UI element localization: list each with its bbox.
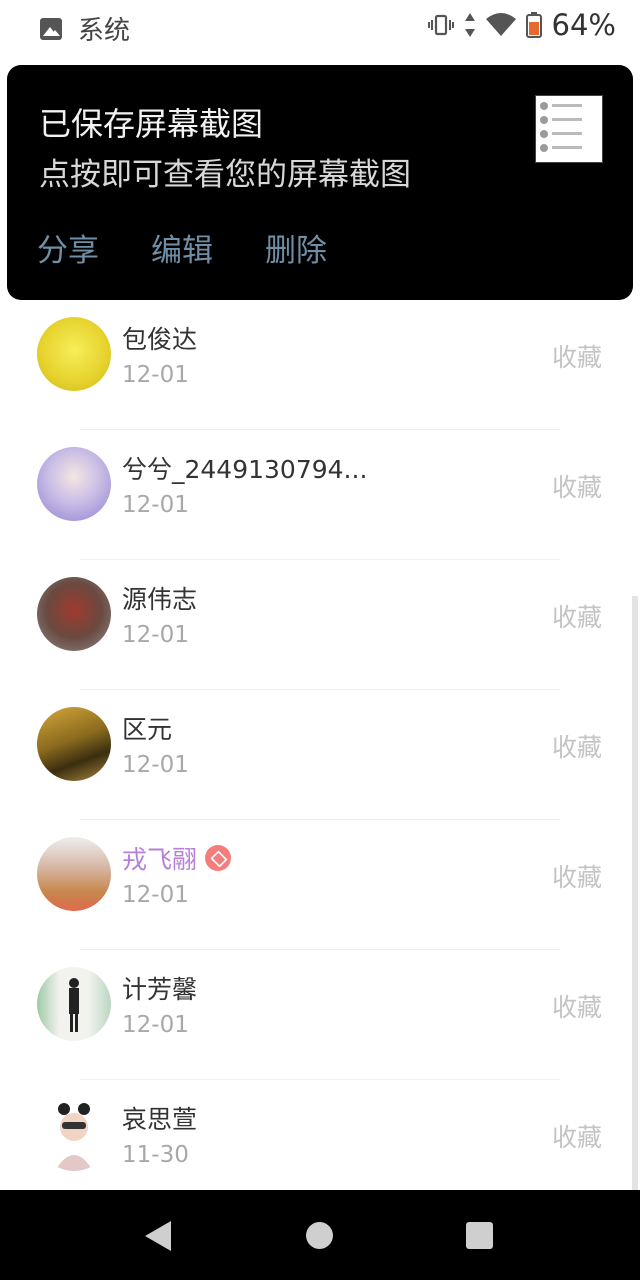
contact-name: 区元 bbox=[122, 715, 173, 744]
status-left: 系统 bbox=[40, 10, 130, 47]
contact-name: 兮兮_2449130794... bbox=[122, 455, 368, 484]
scrollbar[interactable] bbox=[632, 596, 638, 1190]
avatar[interactable] bbox=[37, 577, 111, 651]
delete-button[interactable]: 删除 bbox=[265, 225, 327, 270]
favorite-button[interactable]: 收藏 bbox=[552, 338, 602, 374]
contact-date: 11-30 bbox=[122, 1142, 189, 1168]
home-icon[interactable] bbox=[306, 1222, 333, 1249]
favorite-button[interactable]: 收藏 bbox=[552, 598, 602, 634]
contact-list: 包俊达 12-01 收藏 兮兮_2449130794... 12-01 收藏 源… bbox=[0, 300, 640, 1210]
avatar[interactable] bbox=[37, 317, 111, 391]
battery-percent: 64% bbox=[551, 8, 616, 42]
favorite-button[interactable]: 收藏 bbox=[552, 468, 602, 504]
avatar[interactable] bbox=[37, 967, 111, 1041]
vip-diamond-icon bbox=[205, 845, 232, 871]
favorite-button[interactable]: 收藏 bbox=[552, 1118, 602, 1154]
status-app-label: 系统 bbox=[78, 16, 131, 46]
data-arrows-icon bbox=[464, 13, 475, 37]
contact-name: 源伟志 bbox=[122, 585, 198, 614]
avatar[interactable] bbox=[37, 1097, 111, 1171]
contact-date: 12-01 bbox=[122, 622, 189, 648]
contact-name: 计芳馨 bbox=[122, 975, 198, 1004]
avatar-figure bbox=[69, 978, 79, 1032]
status-right: 64% bbox=[427, 8, 616, 42]
edit-button[interactable]: 编辑 bbox=[151, 225, 213, 270]
list-item[interactable]: 区元 12-01 收藏 bbox=[0, 690, 640, 820]
contact-date: 12-01 bbox=[122, 752, 189, 778]
notification-subtitle: 点按即可查看您的屏幕截图 bbox=[39, 157, 411, 193]
battery-icon bbox=[525, 12, 542, 38]
status-bar: 系统 64% bbox=[0, 0, 640, 52]
contact-name-text: 戎飞翮 bbox=[122, 845, 198, 874]
favorite-button[interactable]: 收藏 bbox=[552, 858, 602, 894]
notification-actions: 分享 编辑 删除 bbox=[37, 225, 327, 270]
screenshot-notification[interactable]: 已保存屏幕截图 点按即可查看您的屏幕截图 分享 编辑 删除 bbox=[7, 65, 633, 300]
avatar[interactable] bbox=[37, 837, 111, 911]
vibrate-icon bbox=[427, 14, 454, 36]
list-item[interactable]: 戎飞翮 12-01 收藏 bbox=[0, 820, 640, 950]
navigation-bar bbox=[0, 1190, 640, 1280]
contact-date: 12-01 bbox=[122, 362, 189, 388]
back-icon[interactable] bbox=[145, 1221, 171, 1251]
contact-name: 哀思萱 bbox=[122, 1105, 198, 1134]
avatar-figure bbox=[55, 1103, 93, 1171]
list-item[interactable]: 包俊达 12-01 收藏 bbox=[0, 300, 640, 430]
avatar[interactable] bbox=[37, 447, 111, 521]
recents-icon[interactable] bbox=[466, 1222, 493, 1249]
favorite-button[interactable]: 收藏 bbox=[552, 728, 602, 764]
notification-title: 已保存屏幕截图 bbox=[39, 105, 264, 143]
screenshot-thumbnail[interactable] bbox=[535, 95, 603, 163]
list-item[interactable]: 源伟志 12-01 收藏 bbox=[0, 560, 640, 690]
contact-date: 12-01 bbox=[122, 882, 189, 908]
share-button[interactable]: 分享 bbox=[37, 225, 99, 270]
favorite-button[interactable]: 收藏 bbox=[552, 988, 602, 1024]
list-item[interactable]: 计芳馨 12-01 收藏 bbox=[0, 950, 640, 1080]
contact-name: 戎飞翮 bbox=[122, 840, 232, 876]
contact-name: 包俊达 bbox=[122, 325, 198, 354]
list-item[interactable]: 兮兮_2449130794... 12-01 收藏 bbox=[0, 430, 640, 560]
contact-date: 12-01 bbox=[122, 1012, 189, 1038]
image-icon bbox=[40, 17, 62, 40]
wifi-icon bbox=[485, 13, 516, 36]
avatar[interactable] bbox=[37, 707, 111, 781]
contact-date: 12-01 bbox=[122, 492, 189, 518]
